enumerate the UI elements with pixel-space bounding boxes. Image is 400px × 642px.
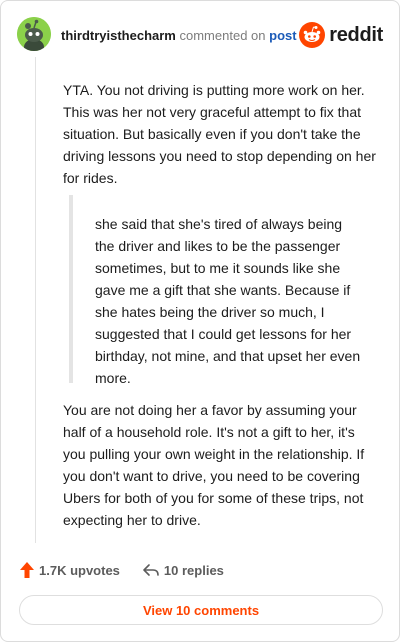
reply-button[interactable]: 10 replies [142,562,224,578]
comment-header: thirdtryisthecharm commented on post red… [17,15,385,55]
quote-text: she said that she's tired of always bein… [95,216,361,386]
username-link[interactable]: thirdtryisthecharm [61,28,176,43]
avatar-icon[interactable] [17,17,51,51]
upvote-button[interactable]: 1.7K upvotes [19,561,120,579]
action-text: commented on [179,28,266,43]
upvote-arrow-icon [20,562,34,578]
comment-paragraph-2: You are not doing her a favor by assumin… [63,402,365,528]
view-comments-button[interactable]: View 10 comments [19,595,383,625]
comment-meta: thirdtryisthecharm commented on post [61,28,297,43]
comment-actions: 1.7K upvotes 10 replies [19,559,246,581]
reply-arrow-icon [143,564,159,576]
post-link[interactable]: post [269,28,296,43]
blockquote: she said that she's tired of always bein… [69,195,385,386]
reddit-wordmark: reddit [329,23,383,46]
thread-line[interactable] [35,57,36,543]
reddit-logo[interactable]: reddit [299,22,383,48]
upvote-count: 1.7K upvotes [39,562,120,578]
reddit-logo-icon [299,22,326,48]
reply-count: 10 replies [163,562,224,578]
comment-paragraph-1: YTA. You not driving is putting more wor… [63,82,376,186]
comment-card: thirdtryisthecharm commented on post red… [0,0,400,642]
